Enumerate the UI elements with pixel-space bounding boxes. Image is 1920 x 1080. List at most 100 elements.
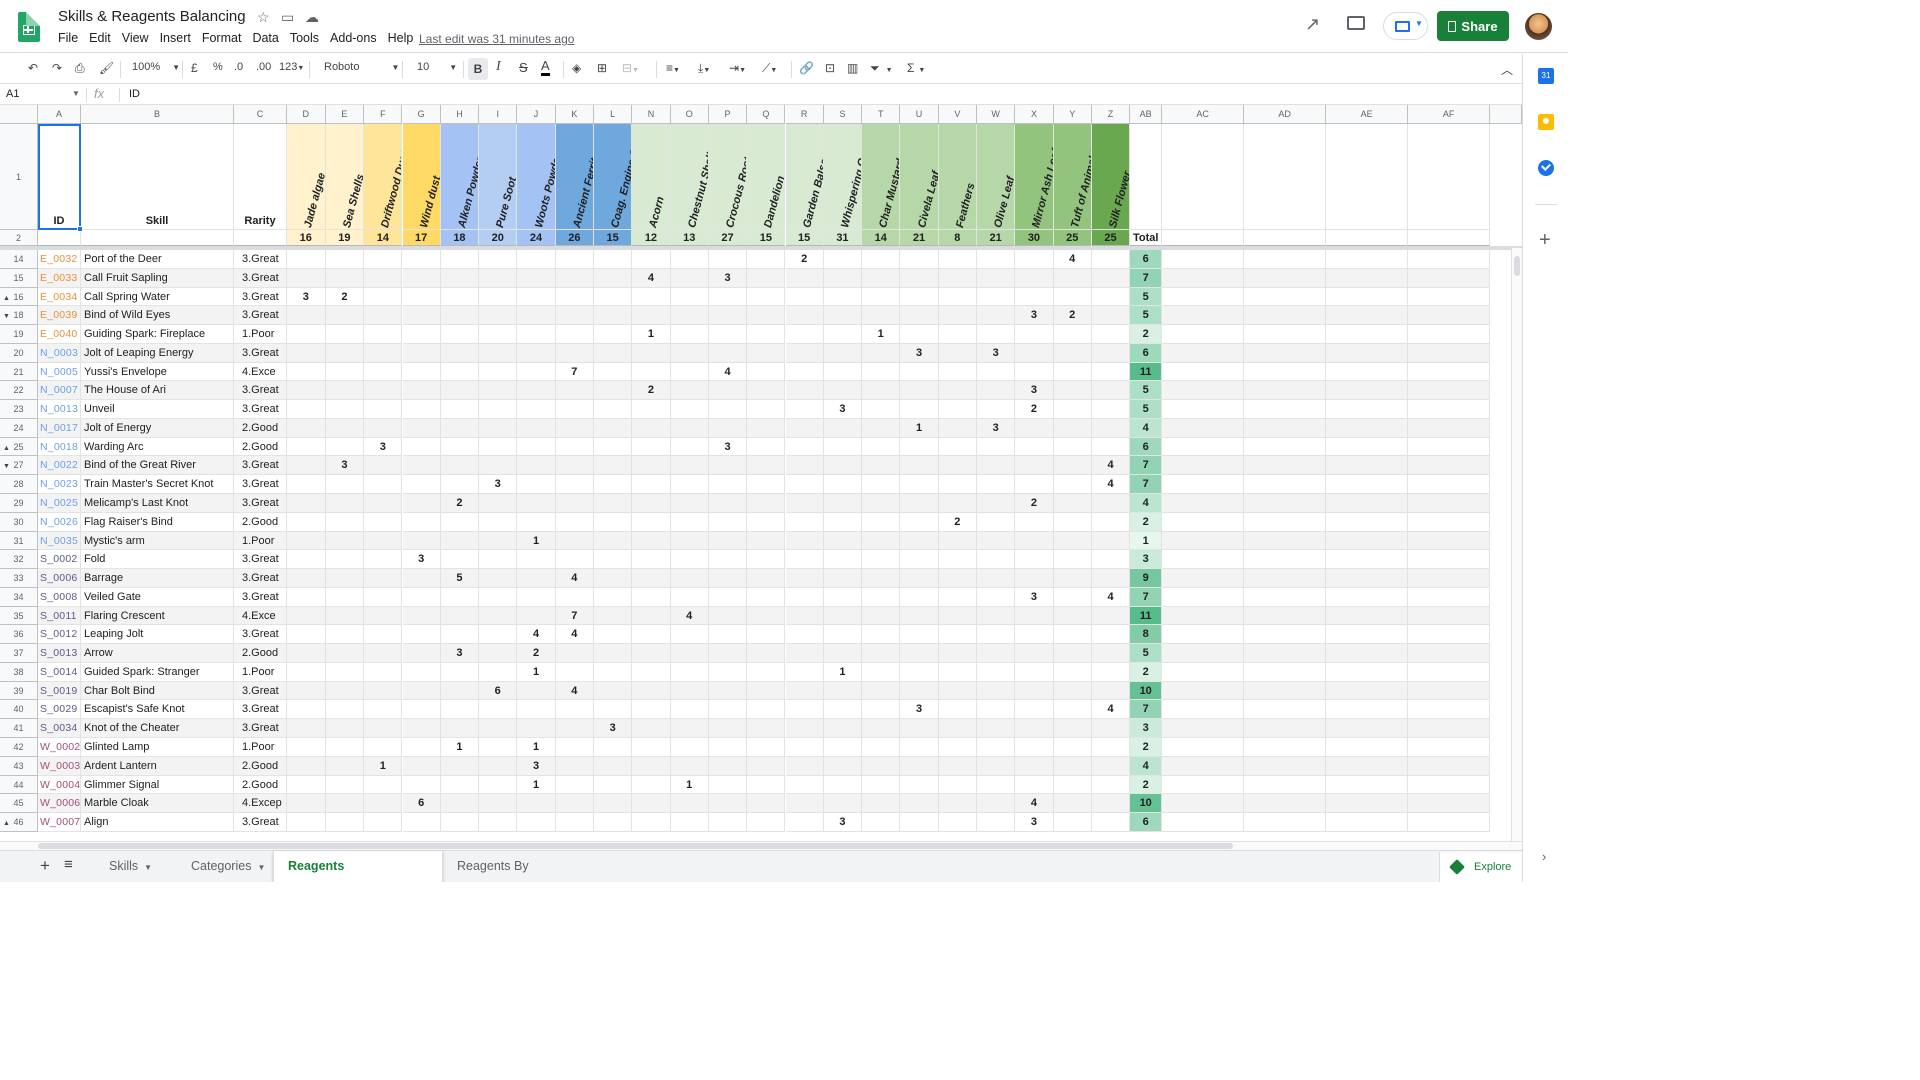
reagent-amount-cell[interactable]	[670, 381, 709, 401]
menu-tools[interactable]: Tools	[290, 31, 319, 45]
reagent-amount-cell[interactable]	[708, 287, 748, 307]
row-header-37[interactable]: 37	[0, 644, 38, 663]
reagent-amount-cell[interactable]	[938, 250, 977, 269]
reagent-amount-cell[interactable]	[670, 550, 709, 570]
empty-cell[interactable]	[1244, 418, 1327, 438]
italic-button[interactable]: I	[496, 59, 501, 75]
reagent-amount-cell[interactable]	[555, 306, 594, 326]
reagent-amount-cell[interactable]	[364, 494, 403, 513]
vertical-scrollbar[interactable]	[1511, 248, 1522, 845]
empty-cell[interactable]	[1244, 494, 1327, 513]
empty-cell[interactable]	[1408, 775, 1491, 795]
reagent-amount-cell[interactable]	[594, 381, 633, 401]
rarity-cell[interactable]: 2.Good	[234, 437, 287, 457]
reagent-amount-cell[interactable]	[517, 700, 556, 720]
empty-cell[interactable]	[1244, 550, 1327, 570]
reagent-amount-cell[interactable]	[785, 569, 824, 588]
empty-cell[interactable]	[1162, 794, 1245, 814]
reagent-amount-cell[interactable]	[900, 325, 939, 344]
empty-cell[interactable]	[1244, 756, 1327, 776]
reagent-amount-cell[interactable]: 3	[708, 268, 748, 288]
empty-cell[interactable]	[1408, 625, 1491, 645]
explore-button[interactable]: Explore	[1439, 852, 1522, 882]
reagent-amount-cell[interactable]	[402, 306, 441, 326]
fill-handle[interactable]	[77, 226, 83, 232]
empty-header-cell[interactable]	[1326, 230, 1409, 246]
reagent-amount-cell[interactable]	[862, 719, 901, 739]
reagent-amount-cell[interactable]	[555, 494, 594, 513]
rarity-cell[interactable]: 3.Great	[234, 250, 287, 269]
reagent-amount-cell[interactable]	[594, 437, 633, 457]
reagent-amount-cell[interactable]	[862, 775, 901, 795]
empty-cell[interactable]	[1326, 794, 1409, 814]
skill-id-cell[interactable]: N_0005	[38, 362, 81, 382]
rarity-cell[interactable]: 1.Poor	[234, 738, 287, 757]
reagent-amount-cell[interactable]	[402, 418, 441, 438]
reagent-amount-cell[interactable]	[517, 343, 556, 363]
header-row2-blank[interactable]	[38, 230, 81, 246]
empty-cell[interactable]	[1162, 343, 1245, 363]
reagent-amount-cell[interactable]	[708, 306, 748, 326]
reagent-amount-cell[interactable]	[708, 719, 748, 739]
reagent-amount-cell[interactable]	[555, 287, 594, 307]
reagent-amount-cell[interactable]	[479, 343, 518, 363]
reagent-amount-cell[interactable]	[364, 569, 403, 588]
reagent-amount-cell[interactable]	[402, 456, 441, 476]
reagent-amount-cell[interactable]: 2	[517, 644, 556, 663]
reagent-amount-cell[interactable]	[555, 437, 594, 457]
column-header-n[interactable]: N	[632, 105, 671, 124]
reagent-amount-cell[interactable]	[670, 268, 709, 288]
reagent-amount-cell[interactable]	[287, 512, 326, 532]
column-header-e[interactable]: E	[325, 105, 365, 124]
reagent-amount-cell[interactable]	[708, 813, 748, 832]
reagent-header-cell[interactable]: Silk Flower	[1091, 124, 1131, 230]
reagent-header-cell[interactable]: Civela Leaf	[900, 124, 939, 230]
skill-name-cell[interactable]: Train Master's Secret Knot	[81, 475, 234, 494]
rarity-cell[interactable]: 3.Great	[234, 494, 287, 513]
reagent-amount-cell[interactable]	[325, 325, 365, 344]
reagent-amount-cell[interactable]: 3	[900, 343, 939, 363]
reagent-amount-cell[interactable]: 2	[1053, 306, 1092, 326]
reagent-amount-cell[interactable]	[1053, 512, 1092, 532]
skill-name-cell[interactable]: Guiding Spark: Fireplace	[81, 325, 234, 344]
reagent-amount-cell[interactable]	[977, 719, 1016, 739]
reagent-amount-cell[interactable]	[479, 250, 518, 269]
empty-cell[interactable]	[1408, 287, 1491, 307]
reagent-amount-cell[interactable]	[325, 250, 365, 269]
reagent-amount-cell[interactable]	[1091, 794, 1131, 814]
reagent-amount-cell[interactable]	[325, 625, 365, 645]
rarity-cell[interactable]: 3.Great	[234, 625, 287, 645]
reagent-amount-cell[interactable]	[287, 268, 326, 288]
empty-cell[interactable]	[1326, 531, 1409, 551]
reagent-amount-cell[interactable]	[977, 531, 1016, 551]
column-header-p[interactable]: P	[708, 105, 748, 124]
reagent-total-cell[interactable]: 17	[402, 230, 441, 246]
empty-cell[interactable]	[1408, 681, 1491, 701]
empty-cell[interactable]	[1162, 456, 1245, 476]
empty-header-cell[interactable]	[1162, 124, 1245, 230]
reagent-amount-cell[interactable]	[1091, 362, 1131, 382]
rarity-cell[interactable]: 2.Good	[234, 418, 287, 438]
text-color-button[interactable]: A	[541, 58, 550, 76]
reagent-amount-cell[interactable]	[785, 325, 824, 344]
skill-name-cell[interactable]: Port of the Deer	[81, 250, 234, 269]
reagent-amount-cell[interactable]	[517, 437, 556, 457]
row-header-40[interactable]: 40	[0, 700, 38, 720]
reagent-amount-cell[interactable]	[977, 325, 1016, 344]
row-total-cell[interactable]: 8	[1130, 625, 1163, 645]
empty-cell[interactable]	[1408, 569, 1491, 588]
reagent-amount-cell[interactable]	[1091, 756, 1131, 776]
reagent-amount-cell[interactable]: 4	[1091, 475, 1131, 494]
menu-data[interactable]: Data	[252, 31, 278, 45]
row-header-23[interactable]: 23	[0, 400, 38, 419]
skill-name-cell[interactable]: Call Spring Water	[81, 287, 234, 307]
reagent-amount-cell[interactable]	[479, 418, 518, 438]
skill-id-cell[interactable]: S_0002	[38, 550, 81, 570]
reagent-amount-cell[interactable]	[747, 381, 786, 401]
reagent-amount-cell[interactable]	[862, 700, 901, 720]
empty-cell[interactable]	[1408, 306, 1491, 326]
reagent-amount-cell[interactable]	[1053, 719, 1092, 739]
reagent-amount-cell[interactable]	[287, 813, 326, 832]
reagent-amount-cell[interactable]	[479, 531, 518, 551]
reagent-amount-cell[interactable]	[1091, 681, 1131, 701]
